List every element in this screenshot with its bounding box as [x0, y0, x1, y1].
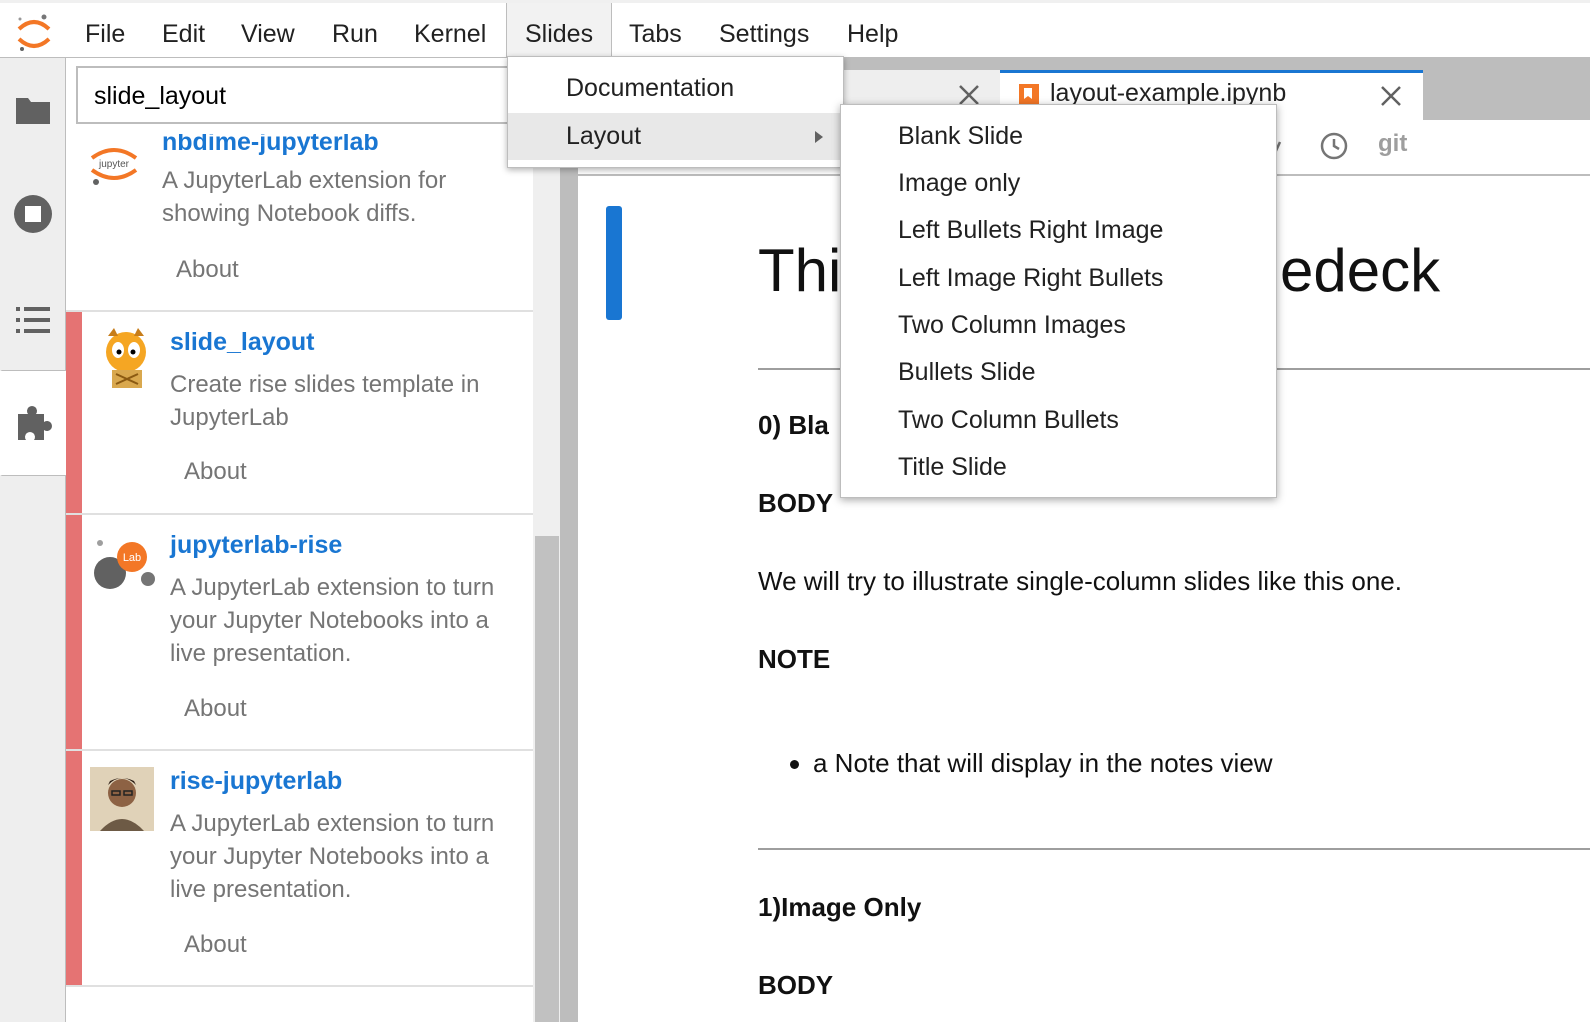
enabled-indicator [66, 515, 82, 749]
folder-icon [16, 98, 50, 124]
extension-title[interactable]: slide_layout [170, 328, 315, 357]
section-heading: 0) Bla [758, 410, 829, 440]
note-label: NOTE [758, 644, 831, 674]
menu-item-bullets-slide[interactable]: Bullets Slide [841, 349, 1276, 396]
menu-item-documentation[interactable]: Documentation [508, 65, 843, 112]
bullet-marker [790, 760, 799, 769]
layout-submenu: Blank Slide Image only Left Bullets Righ… [840, 104, 1277, 498]
extension-card-slide-layout: slide_layout Create rise slides template… [66, 312, 533, 515]
sidebar-scrollbar-thumb[interactable] [535, 536, 559, 1022]
menu-help[interactable]: Help [829, 3, 916, 61]
jupyter-logo-text: jupyter [98, 159, 130, 170]
menu-item-layout[interactable]: Layout [508, 113, 843, 160]
menu-item-left-image-right-bullets[interactable]: Left Image Right Bullets [841, 255, 1276, 302]
menu-kernel[interactable]: Kernel [396, 3, 504, 61]
extension-title[interactable]: jupyterlab-rise [170, 531, 342, 560]
menu-view[interactable]: View [223, 3, 313, 61]
extension-description: Create rise slides template in JupyterLa… [170, 371, 480, 431]
notebook-heading-left: Thi [758, 237, 842, 304]
menu-tabs[interactable]: Tabs [611, 3, 700, 61]
extension-description: A JupyterLab extension to turn your Jupy… [170, 810, 495, 903]
active-cell-indicator[interactable] [606, 206, 622, 320]
panel-splitter[interactable] [560, 58, 578, 1022]
puzzle-piece-icon [18, 406, 53, 440]
file-browser-tab[interactable] [0, 80, 66, 140]
about-link[interactable]: About [176, 256, 239, 284]
jupyter-logo-icon[interactable] [14, 11, 54, 55]
enabled-indicator [66, 751, 82, 985]
about-link[interactable]: About [184, 695, 247, 723]
extension-card-jupyterlab-rise: Lab jupyterlab-rise A JupyterLab extensi… [66, 515, 533, 751]
list-icon [16, 307, 50, 333]
extension-card-nbdime: nbdime-jupyterlab jupyter A JupyterLab e… [66, 124, 533, 312]
extension-title[interactable]: rise-jupyterlab [170, 767, 342, 796]
menu-item-title-slide[interactable]: Title Slide [841, 444, 1276, 491]
section-heading: 1)Image Only [758, 892, 922, 922]
table-of-contents-tab[interactable] [0, 290, 66, 350]
menu-file[interactable]: File [67, 3, 143, 61]
body-text: We will try to illustrate single-column … [758, 566, 1402, 596]
close-icon[interactable] [958, 84, 980, 106]
horizontal-rule [758, 848, 1590, 850]
enabled-indicator [66, 312, 82, 513]
extension-card-rise-jupyterlab: rise-jupyterlab A JupyterLab extension t… [66, 751, 533, 987]
menu-bar: File Edit View Run Kernel Slides Tabs Se… [0, 0, 1590, 61]
notebook-heading-right: edeck [1280, 237, 1441, 304]
activity-bar [0, 58, 68, 1022]
jupyterlab-rise-logo: Lab [92, 533, 156, 597]
menu-slides[interactable]: Slides [506, 3, 613, 61]
nbdime-logo: jupyter [86, 136, 142, 192]
menu-edit[interactable]: Edit [144, 3, 223, 61]
extension-search-input[interactable]: slide_layout [76, 66, 546, 124]
slides-dropdown-menu: Documentation Layout [507, 56, 844, 168]
close-icon[interactable] [1380, 85, 1402, 107]
running-sessions-tab[interactable] [0, 184, 66, 244]
body-label: BODY [758, 970, 834, 1000]
extension-description: A JupyterLab extension for showing Noteb… [162, 167, 447, 227]
menu-item-two-column-bullets[interactable]: Two Column Bullets [841, 397, 1276, 444]
submenu-arrow-icon [815, 131, 823, 143]
author-avatar [90, 767, 154, 831]
stop-circle-icon [14, 195, 52, 233]
body-label: BODY [758, 488, 834, 518]
menu-item-image-only[interactable]: Image only [841, 160, 1276, 207]
about-link[interactable]: About [184, 458, 247, 486]
extension-manager-tab[interactable] [0, 370, 68, 476]
menu-item-two-column-images[interactable]: Two Column Images [841, 302, 1276, 349]
git-button[interactable]: git [1378, 130, 1407, 158]
menu-item-left-bullets-right-image[interactable]: Left Bullets Right Image [841, 207, 1276, 254]
extension-description: A JupyterLab extension to turn your Jupy… [170, 574, 495, 667]
menu-item-label: Layout [566, 122, 642, 150]
menu-run[interactable]: Run [314, 3, 396, 61]
garfield-avatar [94, 326, 158, 390]
menu-item-blank-slide[interactable]: Blank Slide [841, 113, 1276, 160]
menu-settings[interactable]: Settings [701, 3, 827, 61]
note-bullet-text: a Note that will display in the notes vi… [813, 748, 1273, 778]
extension-title[interactable]: nbdime-jupyterlab [162, 134, 379, 157]
about-link[interactable]: About [184, 931, 247, 959]
clock-icon[interactable] [1320, 132, 1348, 160]
lab-logo-text: Lab [123, 552, 141, 564]
